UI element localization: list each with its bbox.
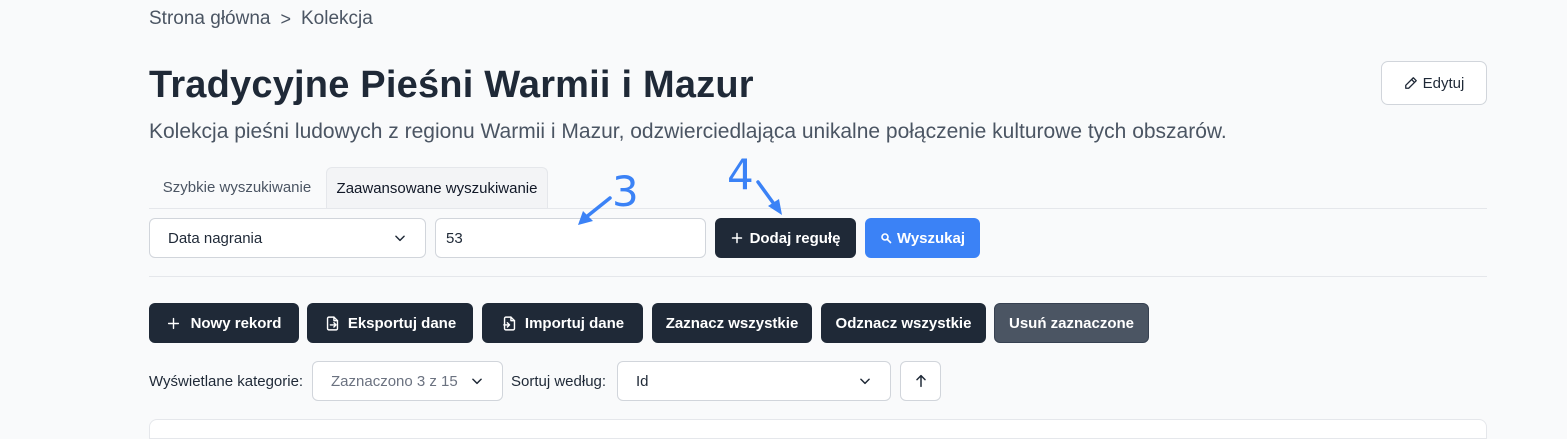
new-record-label: Nowy rekord — [190, 314, 282, 332]
deselect-all-button[interactable]: Odznacz wszystkie — [821, 303, 986, 343]
tab-quick-search[interactable]: Szybkie wyszukiwanie — [149, 167, 325, 208]
select-all-button[interactable]: Zaznacz wszystkie — [652, 303, 812, 343]
annotation-arrow-4 — [756, 180, 782, 215]
search-icon — [880, 232, 892, 244]
breadcrumb-current: Kolekcja — [300, 8, 373, 29]
pencil-icon — [1404, 76, 1418, 90]
rule-value-input[interactable] — [435, 218, 706, 258]
sort-select-value: Id — [636, 372, 649, 390]
export-button[interactable]: Eksportuj dane — [307, 303, 473, 343]
annotation-arrow-3 — [578, 196, 612, 225]
plus-icon — [167, 317, 180, 330]
search-label: Wyszukaj — [896, 229, 966, 247]
annotation-step-3: 3 — [612, 167, 639, 216]
search-rule-row: Data nagrania Dodaj regułę Wyszukaj — [149, 218, 1487, 258]
import-file-icon — [501, 315, 518, 332]
new-record-button[interactable]: Nowy rekord — [149, 303, 299, 343]
categories-select[interactable]: Zaznaczono 3 z 15 — [312, 361, 503, 401]
add-rule-button[interactable]: Dodaj regułę — [715, 218, 856, 258]
import-button[interactable]: Importuj dane — [482, 303, 643, 343]
tab-advanced-search[interactable]: Zaawansowane wyszukiwanie — [326, 167, 548, 208]
sort-direction-button[interactable] — [900, 361, 941, 401]
chevron-down-icon — [470, 374, 484, 388]
chevron-down-icon — [858, 374, 872, 388]
categories-select-value: Zaznaczono 3 z 15 — [331, 372, 458, 390]
add-rule-label: Dodaj regułę — [749, 229, 841, 247]
edit-button-label: Edytuj — [1422, 74, 1465, 92]
sort-label: Sortuj według: — [511, 372, 607, 390]
page-title: Tradycyjne Pieśni Warmii i Mazur — [149, 64, 754, 106]
edit-button[interactable]: Edytuj — [1381, 61, 1487, 105]
breadcrumb: Strona główna > Kolekcja — [149, 8, 373, 30]
page-description: Kolekcja pieśni ludowych z regionu Warmi… — [149, 120, 1227, 143]
delete-selected-button[interactable]: Usuń zaznaczone — [994, 303, 1149, 343]
annotation-step-4: 4 — [727, 150, 754, 199]
filter-row: Wyświetlane kategorie: Zaznaczono 3 z 15… — [149, 361, 1487, 401]
sort-select[interactable]: Id — [617, 361, 891, 401]
records-table-card — [149, 419, 1487, 439]
import-label: Importuj dane — [524, 314, 625, 332]
breadcrumb-home-link[interactable]: Strona główna — [149, 8, 270, 30]
section-divider — [149, 276, 1487, 277]
field-select-value: Data nagrania — [168, 229, 263, 247]
arrow-up-icon — [913, 372, 929, 390]
search-tabs: Szybkie wyszukiwanie Zaawansowane wyszuk… — [149, 167, 1487, 209]
export-file-icon — [324, 315, 341, 332]
plus-icon — [731, 232, 743, 244]
field-select[interactable]: Data nagrania — [149, 218, 426, 258]
chevron-down-icon — [393, 231, 407, 245]
search-button[interactable]: Wyszukaj — [865, 218, 980, 258]
breadcrumb-separator: > — [280, 8, 291, 29]
categories-label: Wyświetlane kategorie: — [149, 372, 304, 390]
export-label: Eksportuj dane — [347, 314, 457, 332]
